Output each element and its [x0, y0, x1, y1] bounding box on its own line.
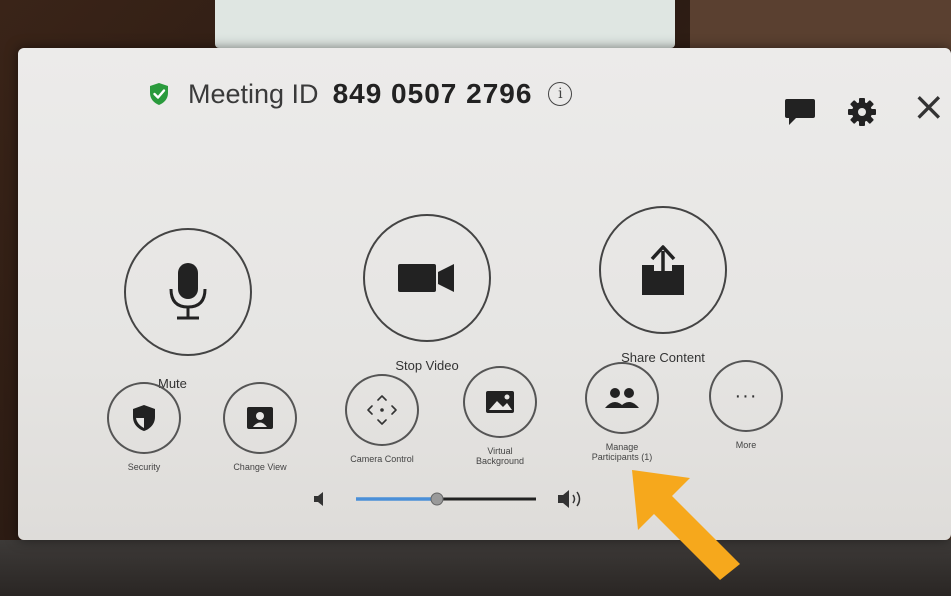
- manage-participants-circle[interactable]: [585, 362, 659, 434]
- change-view-button[interactable]: Change View: [200, 382, 320, 472]
- meeting-id-label: Meeting ID: [188, 78, 319, 109]
- background-window: [215, 0, 675, 48]
- volume-high-icon: [558, 490, 581, 508]
- manage-participants-label: Manage Participants (1): [591, 442, 653, 462]
- stop-video-button[interactable]: Stop Video: [352, 214, 502, 373]
- background-floor: [0, 540, 951, 596]
- pointer-arrow-annotation: [632, 470, 740, 580]
- stop-video-circle[interactable]: [363, 214, 491, 342]
- share-content-button[interactable]: Share Content: [588, 206, 738, 365]
- more-button[interactable]: ··· More: [686, 360, 806, 450]
- virtual-background-button[interactable]: Virtual Background: [440, 366, 560, 466]
- change-view-label: Change View: [233, 462, 287, 472]
- volume-thumb[interactable]: [430, 492, 444, 506]
- camera-control-button[interactable]: Camera Control: [322, 374, 442, 464]
- secure-shield-icon: [150, 83, 168, 105]
- meeting-id-value: 849 0507 2796: [332, 78, 533, 109]
- background-frame: [690, 0, 951, 50]
- gear-icon[interactable]: [846, 96, 878, 128]
- shield-icon: [133, 405, 155, 431]
- chat-icon[interactable]: [783, 96, 817, 128]
- camera-control-label: Camera Control: [350, 454, 414, 464]
- virtual-background-circle[interactable]: [463, 366, 537, 438]
- change-view-circle[interactable]: [223, 382, 297, 454]
- meeting-id-header: Meeting ID 849 0507 2796 i: [148, 78, 573, 110]
- image-icon: [486, 391, 514, 413]
- share-content-circle[interactable]: [599, 206, 727, 334]
- manage-participants-button[interactable]: Manage Participants (1): [562, 362, 682, 462]
- more-label: More: [735, 440, 757, 450]
- microphone-icon: [169, 263, 207, 320]
- camera-control-circle[interactable]: [345, 374, 419, 446]
- virtual-background-label: Virtual Background: [475, 446, 525, 466]
- security-button[interactable]: Security: [84, 382, 204, 472]
- close-icon[interactable]: ×: [912, 84, 946, 130]
- info-icon[interactable]: i: [548, 82, 573, 106]
- video-camera-icon: [398, 264, 454, 292]
- more-circle[interactable]: ···: [709, 360, 783, 432]
- participants-icon: [605, 388, 639, 408]
- security-label: Security: [127, 462, 161, 472]
- security-circle[interactable]: [107, 382, 181, 454]
- mute-button[interactable]: Mute: [118, 228, 258, 391]
- ellipsis-icon: ···: [734, 384, 758, 407]
- volume-low-icon: [314, 492, 323, 506]
- person-frame-icon: [247, 407, 273, 429]
- volume-slider[interactable]: [312, 484, 602, 514]
- move-arrows-icon: [367, 395, 397, 425]
- share-upload-icon: [642, 245, 684, 295]
- mute-circle[interactable]: [124, 228, 252, 356]
